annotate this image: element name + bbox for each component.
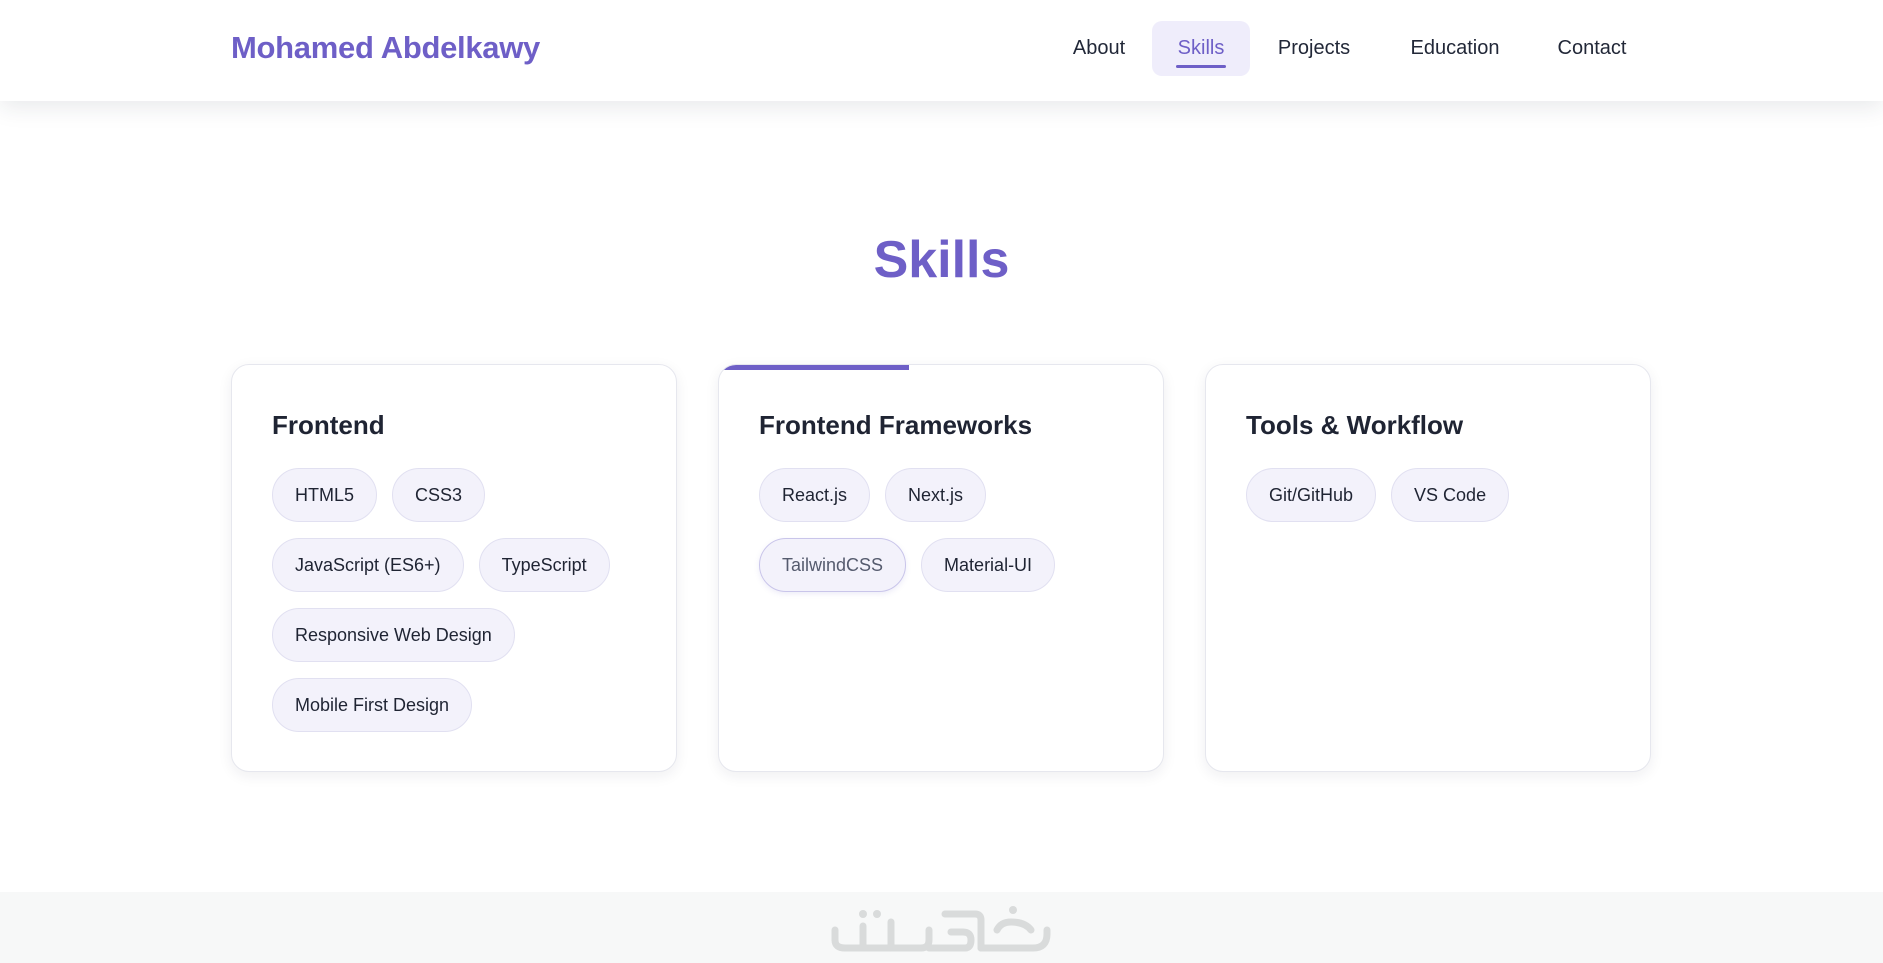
nav-projects[interactable]: Projects (1253, 21, 1375, 76)
skill-tag[interactable]: HTML5 (272, 468, 378, 522)
brand-name[interactable]: Mohamed Abdelkawy (231, 30, 540, 66)
skill-tag[interactable]: Next.js (885, 468, 987, 522)
skill-tag[interactable]: JavaScript (ES6+) (272, 538, 464, 592)
card-hover-accent (719, 365, 909, 370)
tag-list: React.js Next.js TailwindCSS Material-UI (759, 468, 1139, 592)
skill-tag[interactable]: Git/GitHub (1246, 468, 1377, 522)
skill-card-tools: Tools & Workflow Git/GitHub VS Code (1205, 364, 1651, 772)
skill-tag[interactable]: Responsive Web Design (272, 608, 515, 662)
skill-tag-hovered[interactable]: TailwindCSS (759, 538, 907, 592)
nav-skills-label: Skills (1177, 37, 1225, 59)
footer-strip (0, 892, 1883, 963)
tag-list: HTML5 CSS3 JavaScript (ES6+) TypeScript … (272, 468, 652, 732)
skill-tag[interactable]: CSS3 (392, 468, 486, 522)
nav-education[interactable]: Education (1381, 21, 1529, 76)
site-header: Mohamed Abdelkawy About Skills Projects … (0, 0, 1883, 101)
skill-card-frameworks: Frontend Frameworks React.js Next.js Tai… (718, 364, 1164, 772)
nav-skills[interactable]: Skills (1152, 21, 1250, 76)
skill-tag[interactable]: VS Code (1391, 468, 1510, 522)
section-title: Skills (873, 231, 1010, 289)
nav-about[interactable]: About (1045, 21, 1153, 76)
watermark-logo-icon (831, 906, 1051, 952)
tag-list: Git/GitHub VS Code (1246, 468, 1626, 522)
skill-tag[interactable]: TypeScript (478, 538, 610, 592)
skill-card-frontend: Frontend HTML5 CSS3 JavaScript (ES6+) Ty… (231, 364, 677, 772)
card-title: Tools & Workflow (1246, 410, 1464, 440)
card-title: Frontend Frameworks (759, 410, 1033, 440)
skill-tag[interactable]: React.js (759, 468, 871, 522)
nav-contact[interactable]: Contact (1531, 21, 1653, 76)
card-title: Frontend (272, 410, 385, 440)
skill-tag[interactable]: Material-UI (921, 538, 1056, 592)
nav-active-underline (1176, 65, 1226, 68)
skill-tag[interactable]: Mobile First Design (272, 678, 473, 732)
